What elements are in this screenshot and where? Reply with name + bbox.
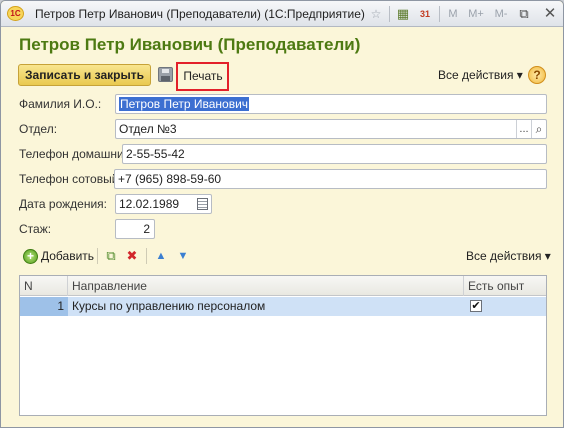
all-actions-menu[interactable]: Все действия ▾ [438,68,523,82]
table-header: N Направление Есть опыт [20,276,546,296]
birth-date-label: Дата рождения: [19,197,107,211]
add-row-button[interactable]: Добавить [41,249,94,263]
close-icon[interactable]: ✕ [540,4,560,24]
experience-label: Стаж: [19,222,52,236]
app-logo-icon[interactable]: 1С [7,6,24,21]
mobile-phone-field[interactable]: +7 (965) 898-59-60 [114,169,547,189]
fio-label: Фамилия И.О.: [19,97,102,111]
column-header-direction[interactable]: Направление [68,276,464,296]
department-field[interactable]: Отдел №3 ... ⌕ [115,119,547,139]
mobile-phone-label: Телефон сотовый: [19,172,122,186]
column-header-has-experience[interactable]: Есть опыт [464,276,546,296]
table-row[interactable]: 1 Курсы по управлению персоналом ✔ [20,297,546,316]
home-phone-field[interactable]: 2-55-55-42 [122,144,547,164]
department-select-button[interactable]: ... [516,120,531,138]
window-title: Петров Петр Иванович (Преподаватели) (1С… [35,7,365,21]
fio-field[interactable]: Петров Петр Иванович [115,94,547,114]
column-header-n[interactable]: N [20,276,68,296]
save-disk-icon[interactable] [158,67,173,82]
calendar-picker-icon[interactable] [197,198,208,210]
calendar-icon[interactable]: 31 [417,5,433,23]
form-title: Петров Петр Иванович (Преподаватели) [19,35,361,54]
title-bar: 1С Петров Петр Иванович (Преподаватели) … [1,1,563,27]
birth-date-value: 12.02.1989 [119,197,180,211]
fio-field-value: Петров Петр Иванович [119,97,250,111]
form-window: 1С Петров Петр Иванович (Преподаватели) … [0,0,564,428]
row-number-cell: 1 [20,297,68,316]
title-separator [389,6,390,22]
add-row-icon[interactable]: + [23,249,38,264]
toolbar-separator [146,248,147,264]
print-highlight-frame [176,62,229,91]
delete-row-icon[interactable]: ✖ [124,248,140,264]
help-icon[interactable]: ? [528,66,546,84]
save-and-close-button[interactable]: Записать и закрыть [18,64,151,86]
memory-m-button[interactable]: M [446,5,460,23]
department-field-value: Отдел №3 [119,122,177,136]
copy-row-icon[interactable]: ⧉ [103,248,119,264]
move-up-icon[interactable]: ▲ [153,248,169,264]
calculator-icon[interactable]: ▦ [395,5,411,23]
direction-cell[interactable]: Курсы по управлению персоналом [68,297,464,316]
memory-m-plus-button[interactable]: M+ [466,5,486,23]
experience-field[interactable]: 2 [115,219,155,239]
department-open-icon[interactable]: ⌕ [531,120,546,138]
restore-icon[interactable]: ⧉ [516,5,532,23]
move-down-icon[interactable]: ▼ [175,248,191,264]
toolbar-separator [97,248,98,264]
favorite-icon[interactable]: ☆ [368,5,384,23]
title-separator [439,6,440,22]
table-all-actions-menu[interactable]: Все действия ▾ [466,249,551,263]
memory-m-minus-button[interactable]: M- [491,5,511,23]
birth-date-field[interactable]: 12.02.1989 [115,194,212,214]
department-label: Отдел: [19,122,58,136]
directions-table[interactable]: N Направление Есть опыт 1 Курсы по управ… [19,275,547,416]
home-phone-label: Телефон домашний: [19,147,134,161]
has-experience-checkbox[interactable]: ✔ [470,300,482,312]
